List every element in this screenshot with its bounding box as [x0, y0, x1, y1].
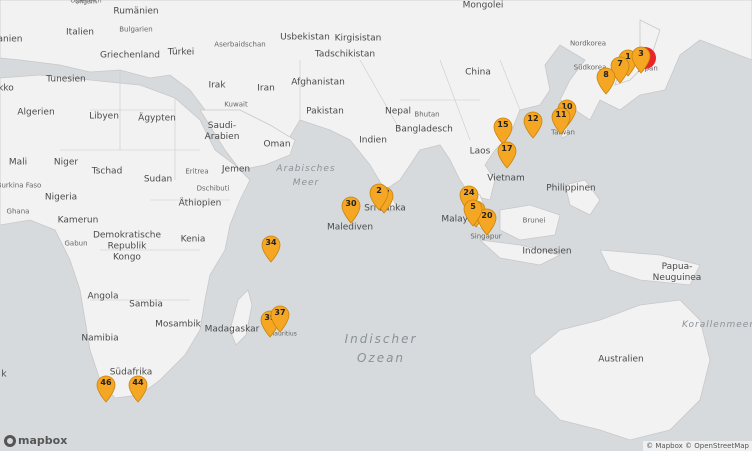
label-bulgarien: Bulgarien: [119, 25, 153, 34]
label-nigeria: Nigeria: [44, 192, 78, 203]
label-bangladesch: Bangladesch: [395, 124, 453, 135]
label-marokko: kko: [0, 83, 14, 94]
label-ghana: Ghana: [6, 207, 30, 216]
map-marker-label: 12: [527, 114, 539, 123]
label-namibia: Namibia: [81, 333, 119, 344]
sea-label-arabisches-meer: Arabisches Meer: [276, 164, 336, 188]
label-kamerun: Kamerun: [57, 215, 99, 226]
label-oman: Oman: [263, 139, 291, 150]
label-osterreich: Österreich: [70, 0, 102, 5]
map-marker[interactable]: 2: [369, 183, 389, 211]
label-nordkorea: Nordkorea: [569, 39, 607, 48]
label-pakistan: Pakistan: [306, 106, 344, 117]
label-indonesien: Indonesien: [522, 246, 572, 257]
label-aserbaidschan: Aserbaidschan: [214, 40, 266, 49]
label-tadschikistan: Tadschikistan: [314, 49, 376, 60]
map-canvas[interactable]: Mongolei Rumänien Ungarn Österreich Bulgarie…: [0, 0, 752, 451]
map-marker[interactable]: 37: [270, 305, 290, 333]
label-malediven: Malediven: [326, 222, 374, 233]
map-marker[interactable]: 44: [128, 375, 148, 403]
label-usbekistan: Usbekistan: [280, 32, 330, 43]
label-gabun: Gabun: [64, 239, 88, 248]
label-sudan: Sudan: [143, 174, 173, 185]
label-atlantic: k: [1, 369, 7, 380]
label-anien: anien: [0, 34, 23, 45]
label-madagaskar: Madagaskar: [204, 324, 260, 335]
label-rumanien: Rumänien: [113, 6, 159, 17]
map-marker[interactable]: 34: [261, 235, 281, 263]
map-attribution[interactable]: © Mapbox © OpenStreetMap: [643, 441, 752, 451]
label-kirgisistan: Kirgisistan: [334, 33, 382, 44]
sea-label-korallenmeer: Korallenmeer: [681, 320, 752, 330]
map-marker-label: 37: [274, 308, 286, 317]
sea-label-indischer-ozean: Indischer Ozean: [344, 332, 418, 365]
label-china: China: [465, 67, 491, 78]
label-libyen: Libyen: [89, 111, 119, 122]
label-afghanistan: Afghanistan: [291, 77, 345, 88]
label-griechenland: Griechenland: [99, 50, 161, 61]
label-irak: Irak: [208, 80, 226, 91]
label-dschibuti: Dschibuti: [196, 184, 230, 193]
label-kenia: Kenia: [180, 234, 206, 245]
label-bhutan: Bhutan: [414, 110, 440, 119]
mapbox-logo-icon: [4, 434, 16, 447]
label-tunesien: Tunesien: [46, 74, 86, 85]
map-marker-label: 11: [555, 110, 567, 119]
map-marker-label: 24: [463, 188, 475, 197]
map-marker-label: 46: [100, 378, 112, 387]
label-australien: Australien: [598, 354, 644, 365]
label-burkina: Burkina Faso: [0, 181, 42, 190]
label-jemen: Jemen: [221, 164, 251, 175]
label-sambia: Sambia: [129, 299, 163, 310]
label-athiopien: Äthiopien: [178, 198, 222, 209]
label-nepal: Nepal: [385, 106, 411, 117]
map-marker-label: 5: [470, 202, 476, 211]
map-marker[interactable]: 11: [551, 107, 571, 135]
map-marker-label: 2: [376, 186, 382, 195]
label-saudi: Saudi- Arabien: [204, 121, 240, 142]
map-marker-label: 17: [501, 144, 513, 153]
label-algerien: Algerien: [17, 107, 55, 118]
map-marker-label: 34: [265, 238, 277, 247]
label-philippinen: Philippinen: [546, 183, 596, 194]
label-niger: Niger: [53, 157, 79, 168]
label-iran: Iran: [257, 83, 275, 94]
label-eritrea: Eritrea: [185, 167, 209, 176]
label-vietnam: Vietnam: [487, 173, 525, 184]
map-marker[interactable]: 3: [631, 46, 651, 74]
map-marker[interactable]: 5: [463, 199, 483, 227]
label-laos: Laos: [469, 146, 491, 157]
map-marker-label: 3: [638, 49, 644, 58]
map-marker[interactable]: 46: [96, 375, 116, 403]
map-marker-label: 44: [132, 378, 144, 387]
label-brunei: Brunei: [522, 216, 546, 225]
map-marker[interactable]: 12: [523, 111, 543, 139]
map-marker-label: 30: [345, 199, 357, 208]
label-kongo: Demokratische Republik Kongo: [92, 230, 162, 263]
label-indien: Indien: [359, 135, 387, 146]
label-angola: Angola: [87, 291, 119, 302]
label-mongolei: Mongolei: [462, 0, 504, 11]
mapbox-logo[interactable]: mapbox: [4, 434, 67, 447]
map-marker-label: 8: [603, 70, 609, 79]
label-papua: Papua- Neuguinea: [652, 262, 702, 283]
label-italien: Italien: [66, 27, 94, 38]
map-marker[interactable]: 8: [596, 67, 616, 95]
map-marker[interactable]: 30: [341, 196, 361, 224]
label-agypten: Ägypten: [138, 113, 176, 124]
label-kuwait: Kuwait: [224, 100, 248, 109]
label-mosambik: Mosambik: [155, 319, 201, 330]
mapbox-logo-text: mapbox: [18, 434, 68, 447]
label-turkei: Türkei: [167, 47, 195, 58]
map-marker[interactable]: 17: [497, 141, 517, 169]
map-marker-label: 15: [497, 120, 509, 129]
label-tschad: Tschad: [91, 166, 123, 177]
label-mali: Mali: [8, 157, 28, 168]
